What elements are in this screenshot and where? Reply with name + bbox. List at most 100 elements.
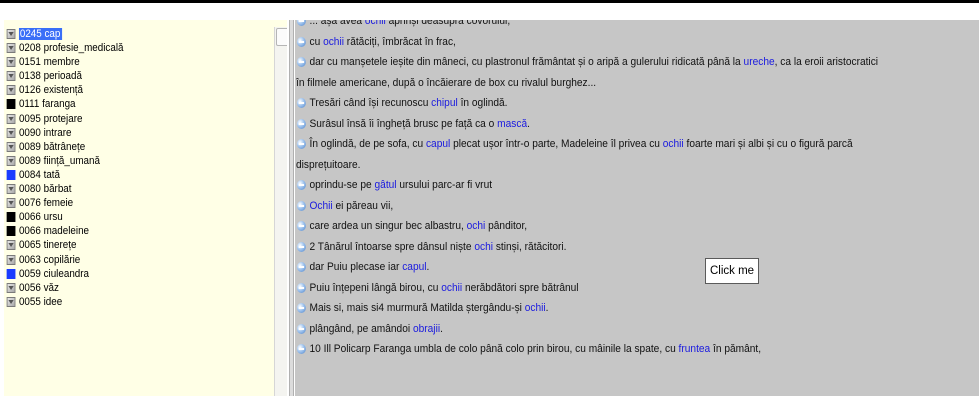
top-border [0,0,979,3]
concordance-line: plângând, pe amândoi obrajii. [296,319,926,340]
keyword-link[interactable]: mască [497,118,527,130]
concordance-line: În oglindă, de pe sofa, cu capul plecat … [296,134,926,155]
blue-bullet-icon[interactable] [296,180,306,190]
keyword-link[interactable]: obrajii [413,323,440,335]
blue-bullet-icon[interactable] [296,303,306,313]
line-text: Puiu înțepeni lângă birou, cu [309,281,442,294]
list-item[interactable]: 0090 intrare [4,126,242,140]
dropdown-marker-icon [6,282,16,293]
list-item[interactable]: 0059 ciuleandra [4,267,242,281]
list-item[interactable]: 0063 copilărie [4,253,242,267]
list-item[interactable]: 0138 perioadă [4,69,242,83]
blue-bullet-icon[interactable] [296,241,306,252]
blue-bullet-icon[interactable] [296,20,306,26]
keyword-link[interactable]: fruntea [679,343,711,355]
concordance-line: ... așa avea ochii aprinși deasupra covo… [296,20,926,32]
concordance-line: Surâsul însă îi îngheță brusc pe față ca… [296,114,926,135]
concordance-line: dar cu manșetele ieșite din mâneci, cu p… [296,52,926,73]
list-item-label: 0059 ciuleandra [18,267,90,280]
list-item[interactable]: 0095 protejare [4,112,242,126]
list-item-label: 0090 intrare [18,126,72,139]
scrollbar-thumb[interactable] [276,28,287,46]
line-text: în filmele americane, după o încăierare … [296,76,597,89]
list-item[interactable]: 0056 văz [4,281,242,295]
list-item-label: 0080 bărbat [18,183,72,196]
dropdown-marker-icon [6,57,16,68]
keyword-link[interactable]: capul [426,138,450,150]
keyword-link[interactable]: Ochii [310,200,333,212]
line-text: stinși, rătăcitori. [493,240,567,253]
list-item[interactable]: 0055 idee [4,295,242,309]
keyword-link[interactable]: ochii [525,302,546,314]
list-item[interactable]: 0111 faranga [4,97,242,111]
concordance-line: care ardea un singur bec albastru, ochi … [296,216,926,237]
list-item[interactable]: 0151 membre [4,55,242,69]
concordance-line: Puiu înțepeni lângă birou, cu ochii neră… [296,278,926,299]
concordance-line: în filmele americane, după o încăierare … [296,73,926,94]
list-item-label: 0076 femeie [18,197,74,210]
keyword-link[interactable]: ochii [323,36,344,48]
list-item[interactable]: 0126 existență [4,83,242,97]
concordance-line: cu ochii rătăciți, îmbrăcat în frac, [296,32,926,53]
dropdown-marker-icon [6,29,16,39]
dropdown-marker-icon [6,141,16,152]
panel-splitter[interactable] [289,20,294,396]
concordance-line: dar Puiu plecase iar capul. [296,257,926,278]
keyword-link[interactable]: gâtul [375,179,397,191]
list-item[interactable]: 0076 femeie [4,196,242,210]
blue-bullet-icon[interactable] [296,262,306,272]
line-text: ursului parc-ar fi vrut [396,179,493,191]
blue-bullet-icon[interactable] [296,344,306,354]
list-item[interactable]: 0066 madeleine [4,224,242,238]
line-text: în oglindă. [457,97,508,109]
dropdown-marker-icon [6,155,16,166]
click-me-button[interactable]: Click me [705,258,759,284]
blue-bullet-icon[interactable] [296,118,306,129]
color-swatch-icon [6,268,16,279]
line-text: . [440,322,443,335]
list-item[interactable]: 0080 bărbat [4,182,242,196]
list-item[interactable]: 0089 bătrânețe [4,140,242,154]
list-item-label: 0111 faranga [18,98,76,111]
dropdown-marker-icon [6,296,16,307]
line-text: rătăciți, îmbrăcat în frac, [343,35,456,48]
blue-bullet-icon[interactable] [296,323,306,334]
keyword-link[interactable]: ureche [744,56,775,68]
blue-bullet-icon[interactable] [296,36,306,47]
line-text: oprindu-se pe [309,179,375,191]
list-item[interactable]: 0245 cap [4,27,242,41]
list-item[interactable]: 0089 ființă_umană [4,154,242,168]
list-item[interactable]: 0084 tată [4,168,242,182]
blue-bullet-icon[interactable] [296,200,306,211]
category-list: 0245 cap 0208 profesie_medicală 0151 membr… [4,27,274,309]
blue-bullet-icon[interactable] [296,139,306,149]
dropdown-marker-icon [6,254,16,265]
keyword-link[interactable]: ochii [663,138,684,150]
list-item[interactable]: 0066 ursu [4,210,242,224]
line-text: Mais si, mais si4 murmură Matilda ștergâ… [309,302,525,314]
keyword-link[interactable]: capul [402,261,426,273]
blue-bullet-icon[interactable] [296,98,306,108]
color-swatch-icon [6,226,16,237]
list-item[interactable]: 0208 profesie_medicală [4,41,242,55]
dropdown-marker-icon [6,240,16,251]
list-item-label: 0063 copilărie [18,253,81,266]
blue-bullet-icon[interactable] [296,57,306,67]
color-swatch-icon [6,212,16,223]
keyword-link[interactable]: chipul [431,97,458,109]
keyword-link[interactable]: ochi [474,241,493,253]
line-text: cu [309,35,324,48]
line-text: aprinși deasupra covorului, [385,20,511,27]
list-item-label: 0089 ființă_umană [18,154,100,167]
list-item-label: 0056 văz [18,281,59,294]
blue-bullet-icon[interactable] [296,221,306,231]
keyword-link[interactable]: ochii [441,282,462,294]
blue-bullet-icon[interactable] [296,282,306,293]
line-text: 2 Tânărul întoarse spre dânsul niște [309,240,475,253]
list-scrollbar[interactable] [274,27,287,396]
concordance-line: Ochii ei păreau vii, [296,196,926,217]
keyword-link[interactable]: ochi [467,220,486,232]
keyword-link[interactable]: ochii [365,20,386,27]
line-text: nerăbdători spre bătrânul [462,281,579,294]
list-item[interactable]: 0065 tinerețe [4,238,242,252]
